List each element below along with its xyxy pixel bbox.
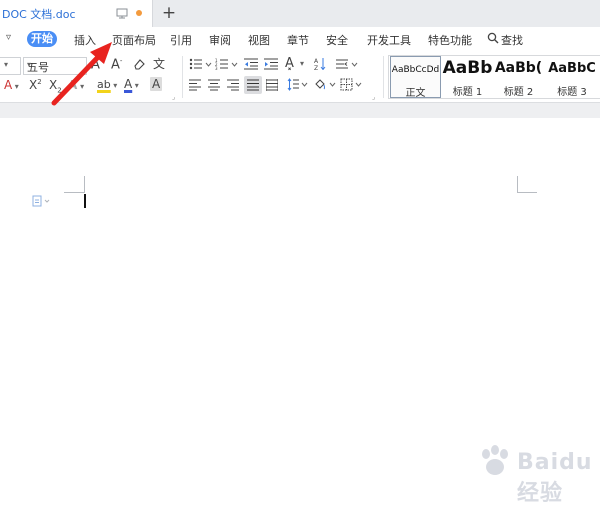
baidu-watermark: Baidu经验 bbox=[455, 440, 595, 506]
style-heading-3[interactable]: AaBbC 标题 3 bbox=[544, 56, 600, 98]
style-heading-1[interactable]: AaBb 标题 1 bbox=[442, 56, 493, 98]
align-justify-icon bbox=[247, 79, 259, 91]
grow-font-icon[interactable]: A+ bbox=[91, 57, 106, 72]
search-icon[interactable] bbox=[487, 32, 499, 44]
strikethrough-a-icon[interactable]: A ▾ bbox=[4, 78, 19, 92]
highlight-icon[interactable]: ab ▾ bbox=[97, 78, 117, 91]
collapse-chevron-icon[interactable]: ▿ bbox=[6, 32, 11, 43]
chevron-down-icon[interactable]: ▾ bbox=[300, 59, 304, 68]
menu-tab-home[interactable]: 开始 bbox=[27, 31, 57, 47]
character-shading-icon[interactable]: A bbox=[150, 77, 163, 91]
paste-options-icon[interactable] bbox=[32, 195, 52, 207]
align-right-icon[interactable] bbox=[227, 79, 239, 91]
paragraph-dialog-launcher-icon[interactable]: ⌟ bbox=[372, 93, 375, 101]
style-name: 正文 bbox=[405, 88, 426, 99]
font-color-icon[interactable]: A ▾ bbox=[124, 77, 139, 91]
menu-tab-chapter[interactable]: 章节 bbox=[287, 32, 309, 48]
svg-text:3: 3 bbox=[215, 66, 218, 70]
phonetic-guide-icon[interactable]: 文 bbox=[153, 55, 165, 72]
text-direction-icon[interactable]: A͓ bbox=[285, 56, 294, 71]
bullet-list-icon[interactable] bbox=[189, 58, 213, 70]
menu-tab-page-layout[interactable]: 页面布局 bbox=[112, 32, 156, 48]
sort-icon[interactable]: A Z bbox=[314, 57, 326, 70]
decrease-indent-icon[interactable] bbox=[244, 58, 258, 70]
menu-tab-view[interactable]: 视图 bbox=[248, 32, 270, 48]
menu-tab-special-features[interactable]: 特色功能 bbox=[428, 32, 472, 48]
monitor-icon[interactable] bbox=[116, 8, 128, 19]
new-tab-button[interactable]: + bbox=[160, 3, 178, 23]
borders-icon[interactable] bbox=[340, 78, 364, 91]
ribbon-menu-bar: ▿ 开始 插入 页面布局 引用 审阅 视图 章节 安全 开发工具 特色功能 查找 bbox=[0, 27, 600, 52]
toolbar-separator bbox=[182, 56, 183, 98]
eraser-icon[interactable] bbox=[133, 58, 146, 70]
line-spacing-icon[interactable] bbox=[286, 78, 308, 91]
style-sample: AaBbCcDd bbox=[391, 65, 440, 75]
font-dialog-launcher-icon[interactable]: ⌟ bbox=[172, 93, 175, 101]
document-tab[interactable]: DOC 文档.doc bbox=[0, 0, 153, 27]
margin-corner-top-left bbox=[64, 176, 85, 193]
text-cursor bbox=[84, 194, 86, 208]
text-effect-icon[interactable]: A ▾ bbox=[68, 78, 84, 92]
chevron-down-icon: ▾ bbox=[27, 60, 32, 69]
watermark-text: Baidu经验 bbox=[517, 450, 593, 506]
document-tab-title: DOC 文档.doc bbox=[2, 8, 76, 21]
increase-indent-icon[interactable] bbox=[264, 58, 278, 70]
style-name: 标题 1 bbox=[452, 87, 483, 98]
show-marks-icon[interactable] bbox=[336, 58, 360, 70]
style-sample: AaBb( bbox=[494, 60, 543, 76]
numbered-list-icon[interactable]: 1 2 3 bbox=[215, 58, 239, 70]
distributed-align-icon[interactable] bbox=[266, 79, 278, 91]
ruler-strip bbox=[0, 102, 600, 119]
margin-corner-top-right bbox=[517, 176, 537, 193]
font-name-select[interactable]: ▾ bbox=[0, 57, 21, 75]
paragraph-shading-icon[interactable] bbox=[314, 78, 338, 91]
style-heading-2[interactable]: AaBb( 标题 2 bbox=[493, 56, 544, 98]
style-name: 标题 3 bbox=[557, 87, 587, 98]
style-name: 标题 2 bbox=[503, 87, 534, 98]
svg-text:A: A bbox=[314, 58, 319, 65]
styles-gallery: AaBbCcDd 正文 AaBb 标题 1 AaBb( 标题 2 AaBbC 标… bbox=[388, 55, 600, 99]
search-label[interactable]: 查找 bbox=[501, 32, 523, 48]
menu-tab-developer-tools[interactable]: 开发工具 bbox=[367, 32, 411, 48]
align-left-icon[interactable] bbox=[189, 79, 201, 91]
font-size-select[interactable]: 五号 ▾ bbox=[23, 57, 87, 75]
style-sample: AaBbC bbox=[548, 61, 596, 76]
menu-tab-security[interactable]: 安全 bbox=[326, 32, 348, 48]
shrink-font-icon[interactable]: A- bbox=[111, 57, 122, 72]
menu-tab-references[interactable]: 引用 bbox=[170, 32, 192, 48]
align-center-icon[interactable] bbox=[208, 79, 220, 91]
unsaved-dot-icon bbox=[136, 10, 142, 16]
style-sample: AaBb bbox=[442, 58, 493, 78]
svg-text:Z: Z bbox=[314, 65, 318, 70]
menu-tab-insert[interactable]: 插入 bbox=[74, 32, 96, 48]
align-justify-button[interactable] bbox=[244, 76, 262, 94]
toolbar-separator bbox=[383, 56, 384, 98]
tab-bar: DOC 文档.doc + bbox=[0, 0, 600, 27]
menu-tab-review[interactable]: 审阅 bbox=[209, 32, 231, 48]
subscript-icon[interactable]: X2 bbox=[49, 78, 62, 94]
superscript-icon[interactable]: X2 bbox=[29, 78, 42, 92]
style-normal[interactable]: AaBbCcDd 正文 bbox=[390, 56, 441, 99]
paw-logo-icon bbox=[482, 445, 508, 475]
